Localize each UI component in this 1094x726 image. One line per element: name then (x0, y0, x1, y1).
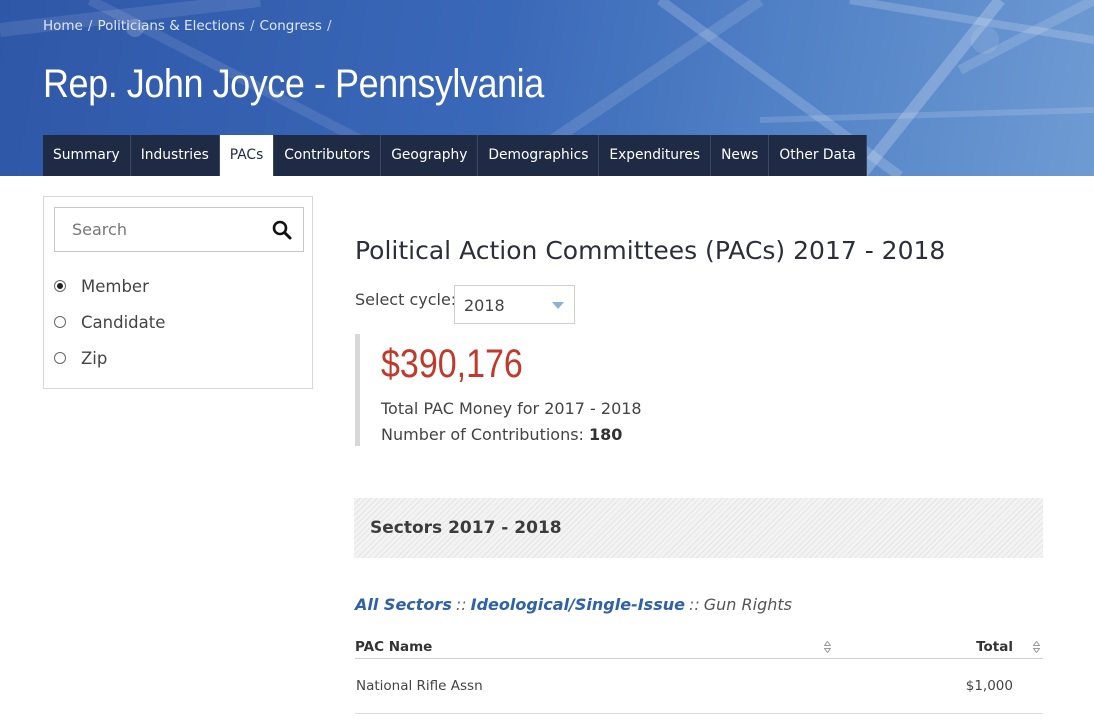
tab-summary[interactable]: Summary (43, 135, 131, 176)
breadcrumb-congress[interactable]: Congress (260, 18, 322, 34)
radio-candidate[interactable]: Candidate (54, 312, 165, 332)
radio-member[interactable]: Member (54, 276, 149, 296)
search-input[interactable] (55, 208, 272, 251)
sector-current: Gun Rights (703, 595, 792, 614)
column-header-pac-name[interactable]: PAC Name (355, 636, 835, 659)
header-banner: Home / Politicians & Elections / Congress / R… (0, 0, 1094, 176)
column-header-total-label: Total (976, 639, 1013, 655)
breadcrumb-politicians[interactable]: Politicians & Elections (97, 18, 245, 34)
search-box (54, 207, 304, 252)
table-header-row: PAC Name Total (355, 636, 1043, 659)
tab-other-data[interactable]: Other Data (769, 135, 867, 176)
sort-icon[interactable] (1033, 641, 1040, 653)
contributions-label: Number of Contributions: (381, 425, 584, 444)
radio-candidate-label: Candidate (81, 312, 166, 332)
cycle-select-value: 2018 (464, 296, 505, 315)
sidebar-search-panel: Member Candidate Zip (43, 196, 313, 389)
breadcrumb-separator: / (326, 18, 332, 34)
sector-separator: :: (688, 595, 700, 614)
breadcrumb-home[interactable]: Home (43, 18, 83, 34)
sector-breadcrumb: All Sectors:: Ideological/Single-Issue:: G… (355, 595, 792, 614)
tab-demographics[interactable]: Demographics (478, 135, 600, 176)
tab-expenditures[interactable]: Expenditures (599, 135, 712, 176)
section-title: Political Action Committees (PACs) 2017 … (355, 236, 946, 265)
radio-zip-label: Zip (81, 348, 108, 368)
cycle-select[interactable]: 2018 (454, 285, 575, 324)
contributions-line: Number of Contributions: 180 (381, 425, 622, 444)
radio-candidate-button[interactable] (54, 316, 66, 328)
pac-table: PAC Name Total National Rifle Assn $1,00… (355, 636, 1043, 714)
radio-member-label: Member (81, 276, 149, 296)
tab-contributors[interactable]: Contributors (274, 135, 382, 176)
tab-news[interactable]: News (711, 135, 770, 176)
radio-zip-button[interactable] (54, 352, 66, 364)
total-amount: $390,176 (381, 342, 523, 386)
sector-separator: :: (455, 595, 467, 614)
pac-summary: $390,176 Total PAC Money for 2017 - 2018… (355, 334, 680, 446)
chevron-down-icon (552, 302, 564, 309)
column-header-pac-name-label: PAC Name (355, 639, 433, 655)
select-cycle-label: Select cycle: (355, 290, 457, 309)
breadcrumb-separator: / (249, 18, 255, 34)
sectors-title: Sectors 2017 - 2018 (370, 518, 562, 538)
sector-link-all[interactable]: All Sectors (355, 595, 452, 614)
sector-link-ideological[interactable]: Ideological/Single-Issue (471, 595, 685, 614)
total-amount-label: Total PAC Money for 2017 - 2018 (381, 399, 642, 418)
radio-member-button[interactable] (54, 280, 66, 292)
tab-pacs[interactable]: PACs (219, 135, 275, 176)
search-icon[interactable] (271, 219, 293, 241)
sectors-header: Sectors 2017 - 2018 (354, 498, 1043, 558)
page-title: Rep. John Joyce - Pennsylvania (43, 62, 544, 106)
pac-total-cell: $1,000 (835, 658, 1043, 714)
breadcrumb-separator: / (87, 18, 93, 34)
breadcrumb: Home / Politicians & Elections / Congress / (43, 18, 337, 34)
tab-geography[interactable]: Geography (381, 135, 479, 176)
column-header-total[interactable]: Total (835, 636, 1043, 659)
table-row: National Rifle Assn $1,000 (355, 658, 1043, 714)
tab-bar: Summary Industries PACs Contributors Geo… (43, 135, 867, 176)
pac-name-cell: National Rifle Assn (355, 658, 835, 714)
radio-zip[interactable]: Zip (54, 348, 107, 368)
sort-icon[interactable] (824, 641, 831, 653)
contributions-count: 180 (589, 425, 623, 444)
tab-industries[interactable]: Industries (130, 135, 220, 176)
